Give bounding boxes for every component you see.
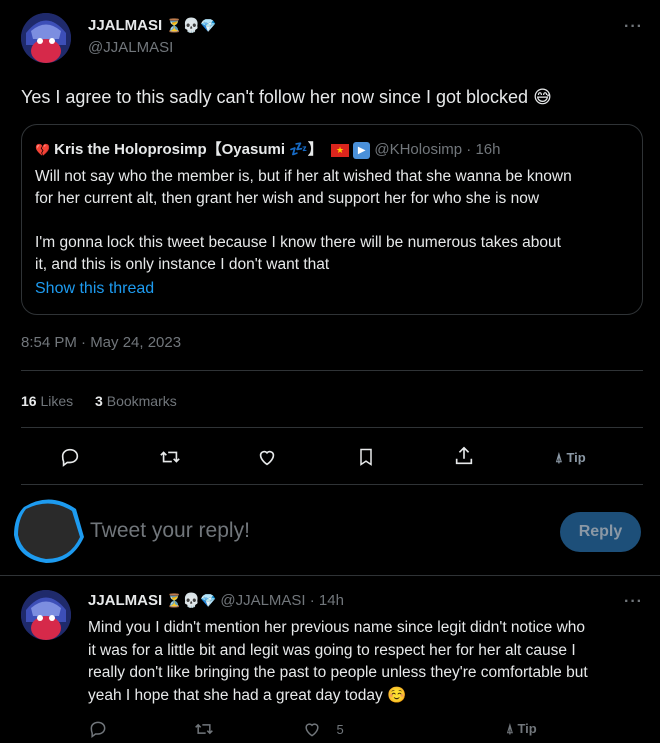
reply-tweet-header: JJALMASI ⏳💀💎 @JJALMASI · 14h bbox=[88, 592, 344, 609]
tip-button[interactable]: ⍋ Tip bbox=[555, 450, 586, 466]
tweet-text: Yes I agree to this sadly can't follow h… bbox=[21, 86, 552, 109]
reply-text-line: it was for a little bit and legit was go… bbox=[88, 641, 576, 659]
stats-row: 16 Likes 3 Bookmarks bbox=[21, 393, 177, 409]
divider bbox=[21, 427, 643, 428]
tip-label: Tip bbox=[517, 721, 537, 736]
quoted-author-handle[interactable]: @KHolosimp bbox=[374, 141, 462, 158]
more-options-icon[interactable]: ··· bbox=[624, 18, 643, 36]
show-thread-link[interactable]: Show this thread bbox=[35, 280, 154, 298]
retweet-icon[interactable] bbox=[193, 719, 215, 739]
tweet-timestamp[interactable]: 8:54 PM · May 24, 2023 bbox=[21, 334, 181, 351]
tip-icon: ⍋ bbox=[506, 721, 514, 736]
reply-more-options-icon[interactable]: ··· bbox=[624, 593, 643, 611]
reply-text-line: yeah I hope that she had a great day tod… bbox=[88, 685, 588, 708]
like-count: 5 bbox=[336, 721, 344, 737]
reply-text-line: Mind you I didn't mention her previous n… bbox=[88, 619, 586, 636]
like-button[interactable]: 5 bbox=[302, 719, 344, 739]
skull-icon: 💀 bbox=[182, 592, 200, 608]
broken-heart-icon: 💔 bbox=[35, 143, 50, 157]
likes-stat[interactable]: 16 Likes bbox=[21, 393, 77, 409]
like-icon[interactable] bbox=[256, 446, 278, 468]
author-handle[interactable]: @JJALMASI bbox=[88, 39, 173, 56]
reply-button[interactable]: Reply bbox=[560, 512, 641, 552]
quoted-tweet-text: Will not say who the member is, but if h… bbox=[35, 166, 572, 276]
gem-icon: 💎 bbox=[199, 593, 217, 608]
smiling-face-emoji: ☺️ bbox=[387, 686, 407, 704]
likes-count: 16 bbox=[21, 393, 37, 409]
reply-input[interactable]: Tweet your reply! bbox=[90, 519, 250, 543]
retweet-icon[interactable] bbox=[158, 446, 182, 468]
reply-author-handle[interactable]: @JJALMASI bbox=[220, 592, 305, 609]
tip-label: Tip bbox=[566, 450, 586, 465]
author-name[interactable]: JJALMASI ⏳💀💎 bbox=[88, 17, 216, 34]
quoted-author-name[interactable]: Kris the Holoprosimp【Oyasumi 💤】 bbox=[54, 141, 323, 158]
divider bbox=[21, 484, 643, 485]
tip-icon: ⍋ bbox=[555, 450, 563, 465]
quoted-time[interactable]: · 16h bbox=[466, 141, 500, 158]
composer-avatar bbox=[12, 497, 88, 567]
reply-icon[interactable] bbox=[59, 446, 81, 468]
gem-icon: 💎 bbox=[199, 18, 217, 33]
author-avatar[interactable] bbox=[21, 13, 71, 63]
quoted-tweet-card[interactable]: 💔 Kris the Holoprosimp【Oyasumi 💤】 ★ ▶ @K… bbox=[21, 124, 643, 315]
quoted-text-line: for her current alt, then grant her wish… bbox=[35, 190, 540, 207]
likes-label: Likes bbox=[40, 393, 74, 409]
reply-icon[interactable] bbox=[88, 719, 108, 739]
bookmark-icon[interactable] bbox=[356, 446, 376, 468]
tweet-text-content: Yes I agree to this sadly can't follow h… bbox=[21, 87, 529, 107]
divider bbox=[21, 370, 643, 371]
bookmarks-stat[interactable]: 3 Bookmarks bbox=[95, 393, 177, 409]
bookmarks-count: 3 bbox=[95, 393, 103, 409]
quoted-text-line: Will not say who the member is, but if h… bbox=[35, 168, 572, 185]
play-button-icon: ▶ bbox=[353, 141, 371, 159]
hourglass-icon: ⏳ bbox=[166, 593, 183, 608]
sweat-smile-emoji: 😅 bbox=[533, 87, 552, 107]
share-icon[interactable] bbox=[453, 445, 475, 467]
vietnam-flag-icon: ★ bbox=[331, 143, 350, 157]
author-name-text[interactable]: JJALMASI bbox=[88, 17, 162, 34]
reply-author-avatar[interactable] bbox=[21, 590, 71, 640]
bookmarks-label: Bookmarks bbox=[106, 393, 177, 409]
reply-tip-button[interactable]: ⍋ Tip bbox=[506, 721, 537, 737]
reply-author-name[interactable]: JJALMASI bbox=[88, 592, 162, 609]
hourglass-icon: ⏳ bbox=[166, 18, 183, 33]
quoted-text-line: it, and this is only instance I don't wa… bbox=[35, 256, 330, 273]
divider bbox=[0, 575, 660, 576]
reply-text-line4: yeah I hope that she had a great day tod… bbox=[88, 686, 383, 704]
reply-time[interactable]: · 14h bbox=[310, 592, 344, 609]
reply-text-line: really don't like bringing the past to p… bbox=[88, 664, 588, 681]
skull-icon: 💀 bbox=[182, 17, 200, 33]
quoted-tweet-header: 💔 Kris the Holoprosimp【Oyasumi 💤】 ★ ▶ @K… bbox=[35, 138, 501, 159]
reply-tweet-text: Mind you I didn't mention her previous n… bbox=[88, 617, 588, 707]
like-icon bbox=[302, 719, 322, 739]
quoted-text-line: I'm gonna lock this tweet because I know… bbox=[35, 234, 561, 251]
